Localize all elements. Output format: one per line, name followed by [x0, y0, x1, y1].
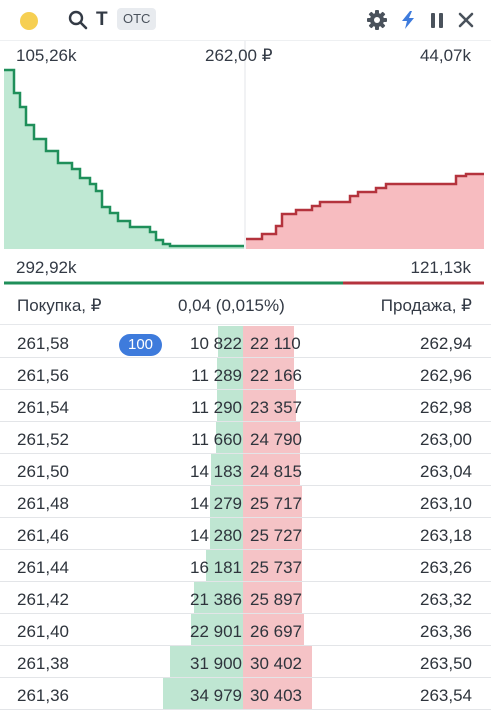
bid-price[interactable]: 261,48	[17, 494, 69, 514]
status-dot[interactable]	[20, 12, 38, 30]
order-book-row[interactable]: 261,58 10 822 22 110 262,94 100	[0, 326, 491, 358]
order-book-row[interactable]: 261,46 14 280 25 727 263,18	[0, 518, 491, 550]
bid-total-bottom: 292,92k	[16, 258, 77, 277]
ask-price[interactable]: 262,94	[420, 334, 472, 354]
order-book-row[interactable]: 261,40 22 901 26 697 263,36	[0, 614, 491, 646]
ask-price[interactable]: 263,04	[420, 462, 472, 482]
bid-volume[interactable]: 11 289	[191, 366, 242, 386]
bid-price[interactable]: 261,44	[17, 558, 69, 578]
depth-chart-svg	[4, 41, 484, 285]
ask-price[interactable]: 263,00	[420, 430, 472, 450]
ask-volume[interactable]: 22 110	[250, 334, 301, 354]
close-icon[interactable]	[455, 9, 477, 31]
bid-price[interactable]: 261,50	[17, 462, 69, 482]
ask-price[interactable]: 263,10	[420, 494, 472, 514]
bid-volume[interactable]: 22 901	[190, 622, 242, 642]
bid-price[interactable]: 261,54	[17, 398, 69, 418]
ticker-symbol[interactable]: T	[96, 9, 108, 31]
order-book-row[interactable]: 261,36 34 979 30 403 263,54	[0, 678, 491, 710]
bid-volume[interactable]: 21 386	[190, 590, 242, 610]
gear-icon[interactable]	[366, 9, 388, 31]
bid-volume[interactable]: 34 979	[190, 686, 242, 706]
bid-price[interactable]: 261,58	[17, 334, 69, 354]
lightning-icon[interactable]	[397, 9, 419, 31]
order-book-row[interactable]: 261,44 16 181 25 737 263,26	[0, 550, 491, 582]
ask-volume[interactable]: 30 402	[250, 654, 302, 674]
bid-price[interactable]: 261,36	[17, 686, 69, 706]
bid-price[interactable]: 261,56	[17, 366, 69, 386]
ask-price[interactable]: 263,18	[420, 526, 472, 546]
toolbar: T OTC	[0, 0, 491, 41]
pause-icon[interactable]	[426, 9, 448, 31]
buy-column-label: Покупка, ₽	[17, 296, 102, 315]
bid-volume[interactable]: 14 280	[190, 526, 242, 546]
ask-price[interactable]: 263,36	[420, 622, 472, 642]
market-badge: OTC	[117, 8, 157, 30]
bid-volume[interactable]: 16 181	[190, 558, 242, 578]
ask-volume[interactable]: 24 790	[250, 430, 302, 450]
ask-price[interactable]: 262,98	[420, 398, 472, 418]
ask-volume[interactable]: 25 717	[250, 494, 302, 514]
ask-volume[interactable]: 23 357	[250, 398, 302, 418]
ask-volume[interactable]: 26 697	[250, 622, 302, 642]
bid-volume[interactable]: 14 183	[190, 462, 242, 482]
my-order-badge[interactable]: 100	[119, 334, 163, 356]
ask-total-bottom: 121,13k	[410, 258, 472, 277]
ask-volume[interactable]: 24 815	[250, 462, 302, 482]
order-book-row[interactable]: 261,54 11 290 23 357 262,98	[0, 390, 491, 422]
spread-value: 0,04 (0,015%)	[178, 296, 285, 315]
ask-price[interactable]: 263,54	[420, 686, 472, 706]
order-book-row[interactable]: 261,50 14 183 24 815 263,04	[0, 454, 491, 486]
order-book-row[interactable]: 261,38 31 900 30 402 263,50	[0, 646, 491, 678]
order-book-row[interactable]: 261,52 11 660 24 790 263,00	[0, 422, 491, 454]
bid-total-top: 105,26k	[16, 46, 77, 65]
bid-price[interactable]: 261,46	[17, 526, 69, 546]
bid-volume[interactable]: 11 290	[191, 398, 242, 418]
bid-price[interactable]: 261,40	[17, 622, 69, 642]
ask-price[interactable]: 263,50	[420, 654, 472, 674]
order-book-row[interactable]: 261,42 21 386 25 897 263,32	[0, 582, 491, 614]
bid-price[interactable]: 261,38	[17, 654, 69, 674]
search-icon[interactable]	[67, 9, 89, 31]
bid-volume[interactable]: 11 660	[191, 430, 242, 450]
bid-volume[interactable]: 10 822	[190, 334, 242, 354]
order-book-row[interactable]: 261,56 11 289 22 166 262,96	[0, 358, 491, 390]
ask-volume[interactable]: 22 166	[250, 366, 302, 386]
ask-price[interactable]: 262,96	[420, 366, 472, 386]
bid-price[interactable]: 261,52	[17, 430, 69, 450]
ask-volume[interactable]: 30 403	[250, 686, 302, 706]
bid-price[interactable]: 261,42	[17, 590, 69, 610]
ask-volume[interactable]: 25 897	[250, 590, 302, 610]
ask-volume[interactable]: 25 727	[250, 526, 302, 546]
sell-column-label: Продажа, ₽	[380, 296, 472, 315]
depth-chart: 105,26k 262,00 ₽ 44,07k 292,92k 121,13k	[0, 41, 491, 285]
ask-volume[interactable]: 25 737	[250, 558, 302, 578]
ask-price[interactable]: 263,32	[420, 590, 472, 610]
bid-volume[interactable]: 14 279	[190, 494, 242, 514]
order-book-header: Покупка, ₽ 0,04 (0,015%) Продажа, ₽	[0, 286, 491, 325]
ask-price[interactable]: 263,26	[420, 558, 472, 578]
ask-total-top: 44,07k	[419, 46, 471, 65]
mid-price: 262,00 ₽	[205, 46, 273, 65]
order-book-row[interactable]: 261,48 14 279 25 717 263,10	[0, 486, 491, 518]
bid-volume[interactable]: 31 900	[190, 654, 242, 674]
